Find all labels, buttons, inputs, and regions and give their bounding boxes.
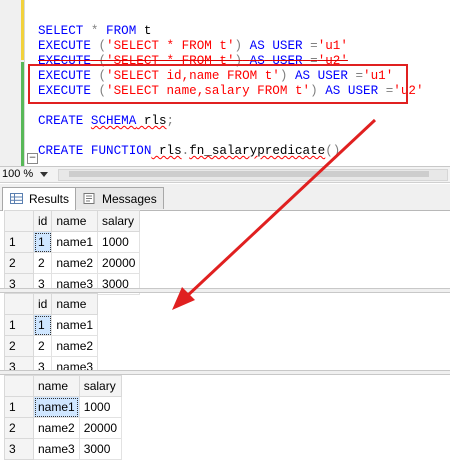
tab-results[interactable]: Results [2,187,77,211]
code-token: 'u1' [317,39,348,53]
code-line[interactable]: CREATE SCHEMA rls; [38,114,174,129]
tab-messages[interactable]: Messages [75,187,164,209]
messages-icon [83,193,95,204]
table-cell[interactable]: 1000 [78,396,123,418]
code-token: rls [136,114,167,128]
row-number[interactable]: 1 [4,231,34,253]
code-token: t [136,24,152,38]
table-row[interactable]: 2 2 name2 [4,335,99,357]
column-header[interactable]: name [51,293,99,315]
column-header[interactable]: salary [97,210,141,232]
grid-icon [10,193,23,204]
grid-corner[interactable] [4,375,34,397]
change-marker-yellow [21,0,24,60]
table-cell[interactable]: 20000 [97,252,141,274]
code-token: FROM [106,24,137,38]
column-header[interactable]: salary [78,375,123,397]
table-row[interactable]: 2 2 name2 20000 [4,252,141,274]
row-number[interactable]: 2 [4,417,34,439]
results-tabs: Results Messages [0,184,450,211]
code-token: = [310,39,318,53]
result-grid-1[interactable]: id name salary 1 1 name1 1000 2 2 name2 20000 3 3 nam… [4,210,141,295]
table-row[interactable]: 3 name3 3000 [4,438,123,460]
tab-results-label: Results [29,192,70,206]
table-cell[interactable]: name1 [51,231,99,253]
change-marker-green [21,62,24,166]
code-token: USER [272,39,303,53]
column-header[interactable]: id [32,210,53,232]
column-header[interactable]: id [32,293,53,315]
table-cell[interactable]: name1 [33,396,80,418]
zoom-dropdown[interactable]: 100 % [2,167,33,182]
scrollbar-thumb[interactable] [69,171,429,177]
column-header[interactable]: name [33,375,80,397]
grid-corner[interactable] [4,210,34,232]
code-token: () [325,144,341,158]
zoom-bar: 100 % [0,166,450,183]
code-token: FUNCTION [90,144,152,158]
table-cell[interactable]: 1 [32,231,53,253]
table-cell[interactable]: 2 [32,335,53,357]
column-header[interactable]: name [51,210,99,232]
tab-messages-label: Messages [102,192,157,206]
code-line[interactable]: EXECUTE ('SELECT * FROM t') AS USER ='u1… [38,39,348,54]
code-token: fn_salarypredicate [189,144,326,158]
table-cell[interactable]: name2 [51,335,99,357]
chevron-down-icon[interactable] [40,172,48,177]
code-token: AS [249,39,265,53]
code-line[interactable]: CREATE FUNCTION rls.fn_salarypredicate() [38,144,340,159]
table-cell[interactable]: name2 [33,417,80,439]
result-grid-3[interactable]: name salary 1 name1 1000 2 name2 20000 3 name3 300… [4,375,123,460]
code-token: rls [151,144,182,158]
table-row[interactable]: 2 name2 20000 [4,417,123,439]
code-token: ; [166,114,175,128]
editor-gutter [0,0,25,166]
code-token: 'SELECT * FROM t' [106,39,235,53]
table-cell[interactable]: 1000 [97,231,141,253]
code-token: CREATE [38,114,84,128]
table-cell[interactable]: name2 [51,252,99,274]
code-token: ( [98,39,107,53]
table-cell[interactable]: 3000 [78,438,123,460]
outline-collapse-icon[interactable]: − [27,153,38,164]
grid-corner[interactable] [4,293,34,315]
sql-editor[interactable]: − SELECT * FROM t EXECUTE ('SELECT * FROM… [0,0,450,166]
row-number[interactable]: 2 [4,252,34,274]
row-number[interactable]: 1 [4,314,34,336]
row-number[interactable]: 2 [4,335,34,357]
table-cell[interactable]: 1 [32,314,53,336]
code-token: SCHEMA [90,114,137,128]
code-token: ) [234,39,243,53]
table-cell[interactable]: name3 [33,438,80,460]
code-line[interactable]: SELECT * FROM t [38,24,151,39]
annotation-highlight-box [28,64,408,104]
table-row[interactable]: 1 name1 1000 [4,396,123,418]
table-cell[interactable]: 2 [32,252,53,274]
table-row[interactable]: 1 1 name1 1000 [4,231,141,253]
table-cell[interactable]: 20000 [78,417,123,439]
code-token: SELECT [38,24,84,38]
table-row[interactable]: 1 1 name1 [4,314,99,336]
horizontal-scrollbar[interactable] [58,169,448,181]
code-token: EXECUTE [38,39,91,53]
code-token: CREATE [38,144,84,158]
row-number[interactable]: 1 [4,396,34,418]
table-cell[interactable]: name1 [51,314,99,336]
row-number[interactable]: 3 [4,438,34,460]
result-grid-2[interactable]: id name 1 1 name1 2 2 name2 3 3 name3 [4,293,99,378]
